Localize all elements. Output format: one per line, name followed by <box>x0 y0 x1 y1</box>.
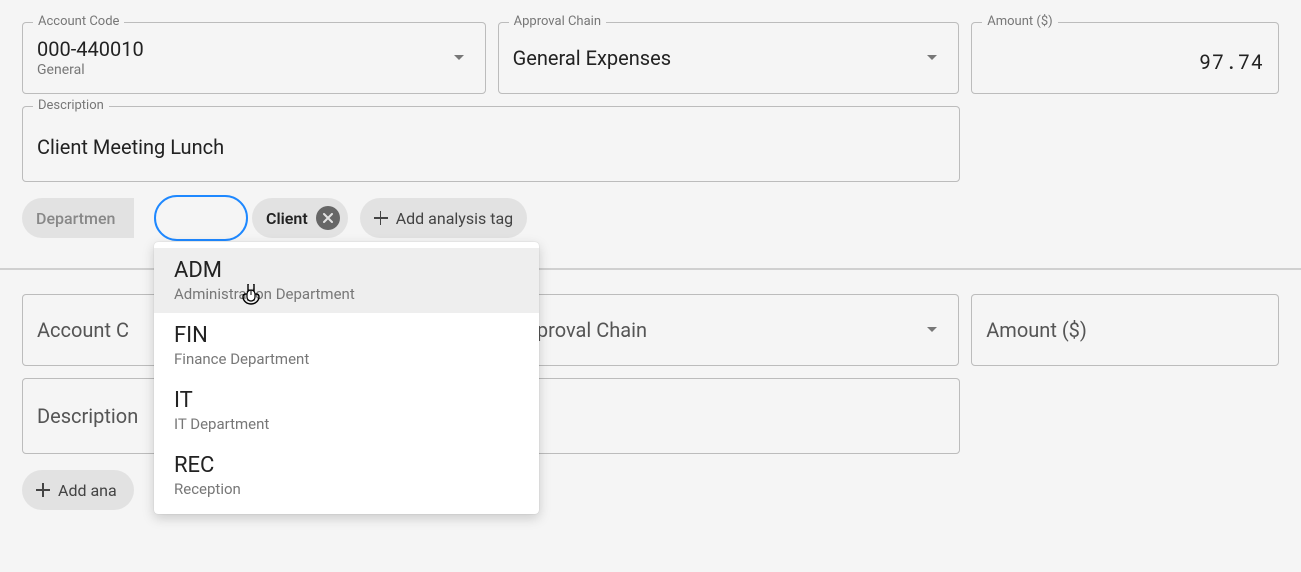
amount-label: Amount ($) <box>982 14 1057 29</box>
amount-placeholder: Amount ($) <box>986 318 1264 342</box>
caret-down-icon <box>920 50 944 66</box>
approval-chain-label: Approval Chain <box>509 14 606 29</box>
approval-chain-select[interactable]: Approval Chain General Expenses <box>498 22 960 94</box>
add-analysis-tag-button-2[interactable]: Add ana <box>22 470 134 510</box>
client-tag-chip[interactable]: Client <box>252 198 348 238</box>
plus-icon <box>36 483 50 497</box>
add-analysis-tag-label: Add analysis tag <box>396 209 513 228</box>
department-tag-chip[interactable]: Departmen <box>22 198 134 238</box>
approval-chain-select-2[interactable]: Approval Chain <box>498 294 960 366</box>
amount-input-2[interactable]: Amount ($) <box>971 294 1279 366</box>
department-dropdown: ADM Administration Department FIN Financ… <box>154 242 539 514</box>
approval-chain-placeholder: Approval Chain <box>513 318 921 342</box>
approval-chain-value: General Expenses <box>513 46 921 71</box>
description-value: Client Meeting Lunch <box>37 129 945 160</box>
caret-down-icon <box>920 322 944 338</box>
description-label: Description <box>33 98 109 113</box>
dropdown-option-it[interactable]: IT IT Department <box>154 378 539 443</box>
account-code-name: General <box>37 62 447 79</box>
account-code-label: Account Code <box>33 14 124 29</box>
expense-line-1: Account Code 000-440010 General Approval… <box>0 0 1301 238</box>
add-analysis-tag-button[interactable]: Add analysis tag <box>360 198 527 238</box>
account-code-value: 000-440010 <box>37 37 447 62</box>
department-tag-label: Departmen <box>36 209 115 228</box>
dropdown-option-fin[interactable]: FIN Finance Department <box>154 313 539 378</box>
dropdown-option-adm[interactable]: ADM Administration Department <box>154 248 539 313</box>
add-analysis-tag-label-2: Add ana <box>58 481 117 500</box>
department-tag-value-input[interactable] <box>154 195 248 241</box>
analysis-tags-row: Departmen Client Add analysis tag <box>22 198 1279 238</box>
amount-value: 97.74 <box>986 41 1264 75</box>
account-code-select[interactable]: Account Code 000-440010 General <box>22 22 486 94</box>
client-tag-label: Client <box>266 209 308 228</box>
amount-input[interactable]: Amount ($) 97.74 <box>971 22 1279 94</box>
remove-client-tag-button[interactable] <box>316 206 340 230</box>
caret-down-icon <box>447 50 471 66</box>
dropdown-option-rec[interactable]: REC Reception <box>154 443 539 508</box>
plus-icon <box>374 211 388 225</box>
description-input[interactable]: Description Client Meeting Lunch <box>22 106 960 182</box>
